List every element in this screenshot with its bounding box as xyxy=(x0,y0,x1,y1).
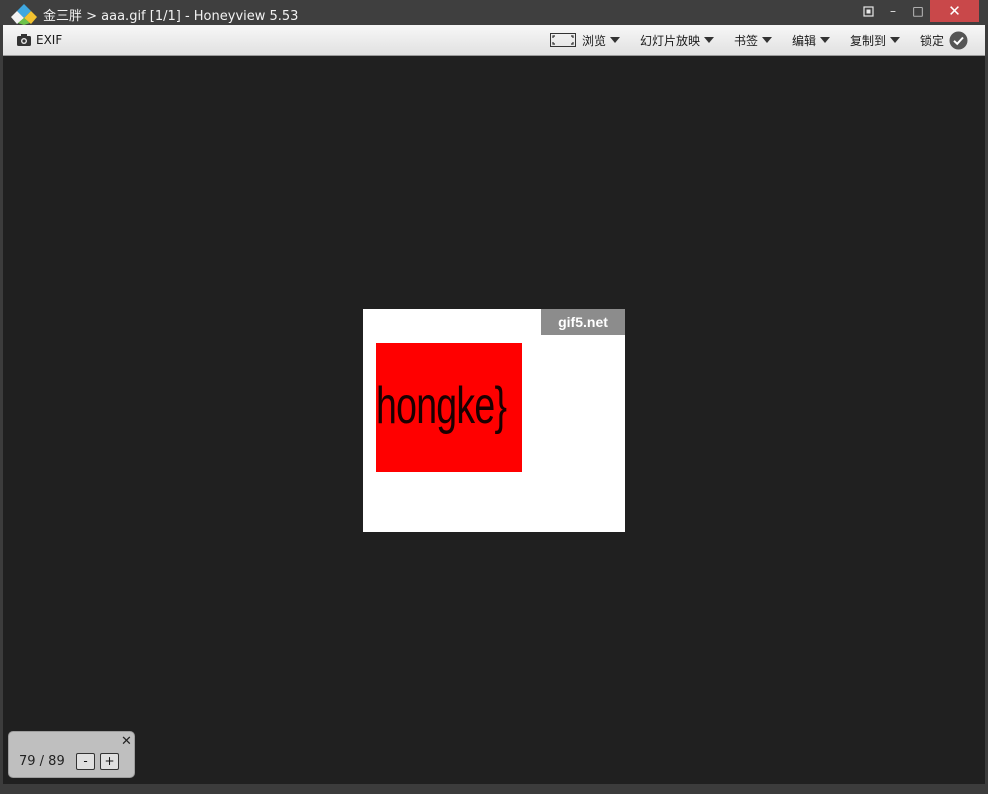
lock-label: 锁定 xyxy=(920,33,945,48)
bookmark-label: 书签 xyxy=(734,33,759,48)
toolbar: EXIF 浏览 幻灯片放映 书签 编辑 复制到 锁定 xyxy=(3,25,985,56)
red-text-box: hongke} xyxy=(376,343,522,472)
edit-label: 编辑 xyxy=(792,33,817,48)
maximize-button[interactable]: □ xyxy=(905,0,931,22)
previous-frame-button[interactable]: - xyxy=(76,753,95,770)
browse-label: 浏览 xyxy=(582,33,607,48)
chevron-down-icon xyxy=(890,37,901,43)
honeyview-logo-icon xyxy=(11,4,37,25)
title-bar: 金三胖 > aaa.gif [1/1] - Honeyview 5.53 – □… xyxy=(0,0,988,25)
fullscreen-icon xyxy=(862,5,874,17)
bookmark-menu[interactable]: 书签 xyxy=(734,25,773,55)
frame-control-panel: ✕ 79 / 89 - + xyxy=(8,731,135,778)
chevron-down-icon xyxy=(820,37,831,43)
watermark: gif5.net xyxy=(541,309,625,335)
chevron-down-icon xyxy=(610,37,621,43)
image-text: hongke} xyxy=(376,377,507,435)
slideshow-menu[interactable]: 幻灯片放映 xyxy=(640,25,715,55)
displayed-image: gif5.net hongke} xyxy=(363,309,625,532)
close-button[interactable]: ✕ xyxy=(930,0,979,22)
exif-label: EXIF xyxy=(36,33,63,47)
chevron-down-icon xyxy=(704,37,715,43)
fit-screen-icon xyxy=(550,33,576,47)
chevron-down-icon xyxy=(762,37,773,43)
window-title: 金三胖 > aaa.gif [1/1] - Honeyview 5.53 xyxy=(43,9,299,24)
slideshow-label: 幻灯片放映 xyxy=(640,33,701,48)
browse-menu[interactable]: 浏览 xyxy=(550,25,621,55)
frame-panel-close-button[interactable]: ✕ xyxy=(121,734,132,749)
edit-menu[interactable]: 编辑 xyxy=(792,25,831,55)
next-frame-button[interactable]: + xyxy=(100,753,119,770)
minimize-button[interactable]: – xyxy=(880,0,906,22)
window-bottom-border xyxy=(0,784,988,794)
image-viewport[interactable]: gif5.net hongke} xyxy=(3,56,985,784)
exif-button[interactable]: EXIF xyxy=(16,25,62,55)
copy-to-menu[interactable]: 复制到 xyxy=(850,25,901,55)
copy-to-label: 复制到 xyxy=(850,33,887,48)
check-circle-icon xyxy=(949,31,968,49)
fullscreen-button[interactable] xyxy=(855,0,881,22)
camera-icon xyxy=(17,34,31,46)
lock-button[interactable]: 锁定 xyxy=(920,25,968,55)
frame-counter: 79 / 89 xyxy=(19,754,65,769)
